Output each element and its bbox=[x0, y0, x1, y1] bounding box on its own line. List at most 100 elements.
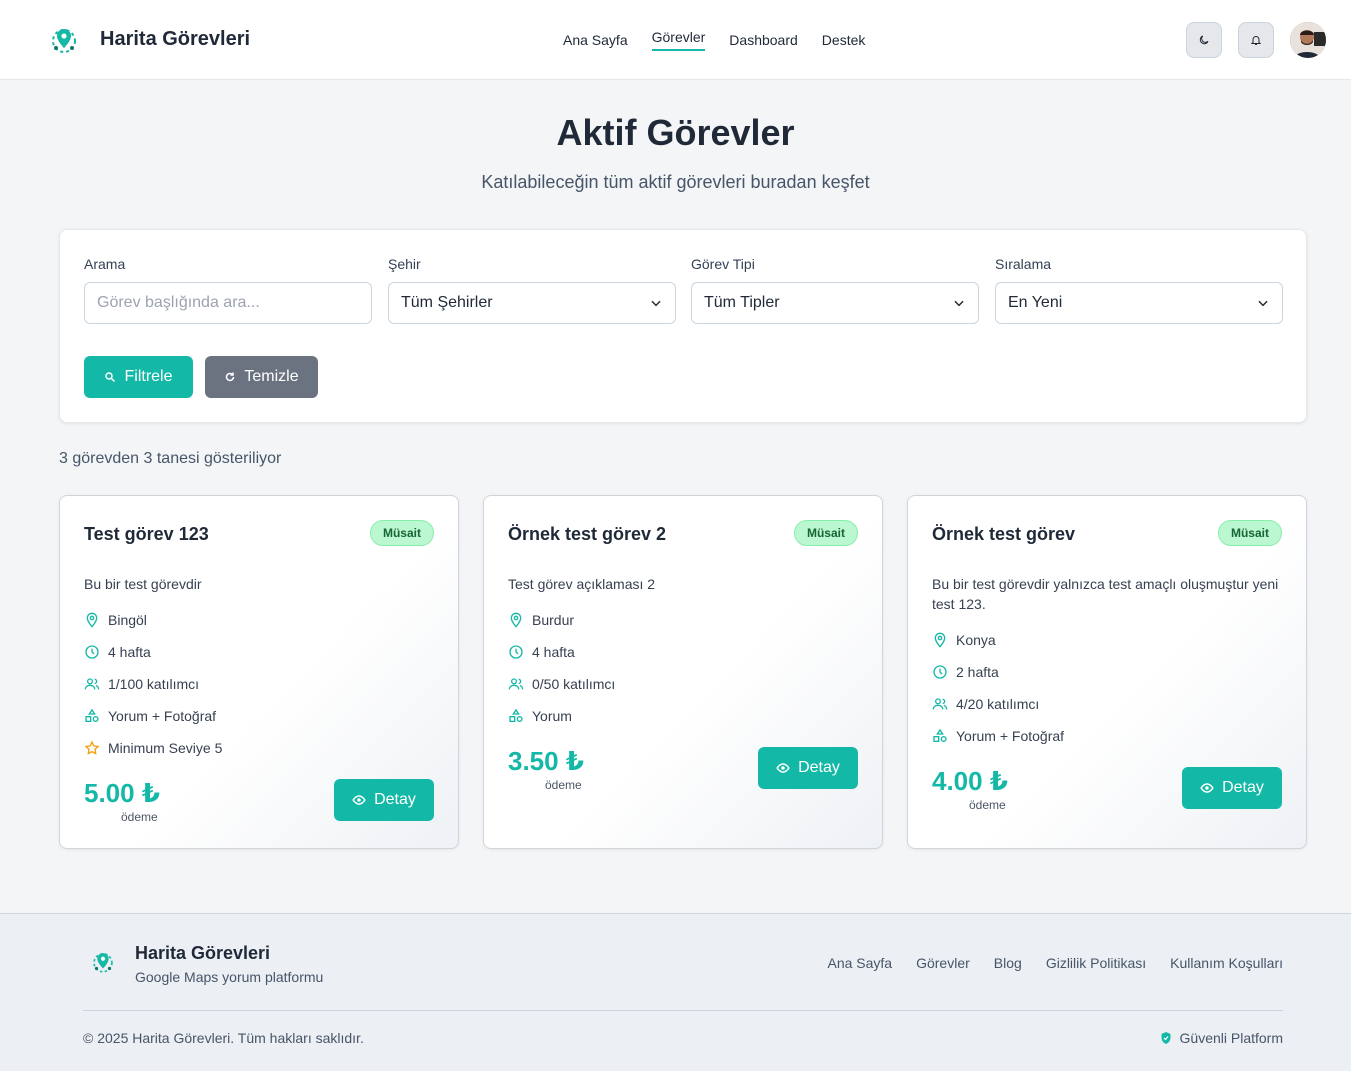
eye-icon bbox=[1200, 783, 1214, 793]
users-icon bbox=[84, 678, 100, 690]
task-level-text: Minimum Seviye 5 bbox=[108, 740, 223, 756]
task-price: 3.50 ₺ bbox=[508, 746, 584, 776]
footer-link-blog[interactable]: Blog bbox=[994, 955, 1022, 971]
task-title[interactable]: Örnek test görev 2 bbox=[508, 524, 666, 545]
footer-link-terms[interactable]: Kullanım Koşulları bbox=[1170, 955, 1283, 971]
results-count: 3 görevden 3 tanesi gösteriliyor bbox=[59, 450, 282, 467]
moon-icon bbox=[1199, 35, 1209, 45]
copyright-text: © 2025 Harita Görevleri. Tüm hakları sak… bbox=[83, 1030, 364, 1046]
shapes-icon bbox=[933, 728, 947, 742]
task-type: Yorum bbox=[508, 706, 572, 726]
top-header: Harita Görevleri Ana Sayfa Görevler Dash… bbox=[0, 0, 1351, 80]
clock-icon bbox=[85, 645, 99, 659]
city-label: Şehir bbox=[388, 256, 421, 272]
theme-toggle-button[interactable] bbox=[1186, 22, 1222, 58]
type-select-value: Tüm Tipler bbox=[704, 294, 780, 311]
footer-divider bbox=[83, 1010, 1283, 1011]
footer-link-home[interactable]: Ana Sayfa bbox=[827, 955, 892, 971]
task-duration: 2 hafta bbox=[932, 662, 999, 682]
footer-brand: Harita Görevleri bbox=[135, 943, 271, 963]
city-select[interactable]: Tüm Şehirler bbox=[388, 282, 676, 324]
search-input[interactable] bbox=[97, 294, 359, 312]
nav-support[interactable]: Destek bbox=[822, 32, 866, 54]
detail-button[interactable]: Detay bbox=[334, 779, 434, 821]
sort-label: Sıralama bbox=[995, 256, 1052, 272]
sort-select[interactable]: En Yeni bbox=[995, 282, 1283, 324]
bell-icon bbox=[1250, 36, 1262, 45]
task-title[interactable]: Örnek test görev bbox=[932, 524, 1075, 545]
chevron-down-icon bbox=[1258, 300, 1268, 307]
users-icon bbox=[932, 698, 948, 710]
search-icon bbox=[105, 372, 116, 383]
task-duration: 4 hafta bbox=[84, 642, 151, 662]
task-type: Yorum + Fotoğraf bbox=[84, 706, 216, 726]
brand-title[interactable]: Harita Görevleri bbox=[100, 28, 250, 51]
filter-button-label: Filtrele bbox=[124, 368, 173, 385]
eye-icon bbox=[352, 795, 366, 805]
task-duration-text: 4 hafta bbox=[532, 644, 575, 660]
site-footer: Harita Görevleri Google Maps yorum platf… bbox=[0, 913, 1351, 1071]
location-pin-icon bbox=[510, 612, 522, 628]
task-type-text: Yorum + Fotoğraf bbox=[956, 728, 1065, 744]
task-duration-text: 2 hafta bbox=[956, 664, 999, 680]
task-city-text: Konya bbox=[956, 632, 996, 648]
task-description: Bu bir test görevdir yalnızca test amaçl… bbox=[932, 576, 1279, 612]
price-label: ödeme bbox=[545, 778, 582, 792]
task-type-text: Yorum + Fotoğraf bbox=[108, 708, 217, 724]
task-price: 4.00 ₺ bbox=[932, 766, 1008, 796]
main-nav: Ana Sayfa Görevler Dashboard Destek bbox=[563, 29, 866, 54]
filter-panel: Arama Şehir Tüm Şehirler Görev Tipi Tüm … bbox=[59, 229, 1307, 423]
detail-button-label: Detay bbox=[1222, 779, 1264, 796]
task-participants: 0/50 katılımcı bbox=[508, 674, 615, 694]
avatar-photo bbox=[1290, 22, 1326, 58]
refresh-icon bbox=[226, 372, 235, 382]
task-city: Bingöl bbox=[84, 610, 147, 630]
clear-button-label: Temizle bbox=[244, 368, 299, 385]
task-card: Örnek test görev Müsait Bu bir test göre… bbox=[907, 495, 1307, 849]
location-pin-icon bbox=[934, 632, 946, 648]
clear-button[interactable]: Temizle bbox=[205, 356, 318, 398]
page-title: Aktif Görevler bbox=[556, 112, 795, 153]
map-pin-logo-icon[interactable] bbox=[48, 24, 80, 56]
task-city: Burdur bbox=[508, 610, 574, 630]
task-card: Örnek test görev 2 Müsait Test görev açı… bbox=[483, 495, 883, 849]
chevron-down-icon bbox=[954, 300, 964, 307]
detail-button[interactable]: Detay bbox=[758, 747, 858, 789]
page-subtitle: Katılabileceğin tüm aktif görevleri bura… bbox=[481, 172, 870, 192]
city-select-value: Tüm Şehirler bbox=[401, 294, 493, 311]
footer-links: Ana Sayfa Görevler Blog Gizlilik Politik… bbox=[827, 955, 1283, 971]
user-avatar[interactable] bbox=[1290, 22, 1326, 58]
users-icon bbox=[508, 678, 524, 690]
task-title[interactable]: Test görev 123 bbox=[84, 524, 209, 545]
chevron-down-icon bbox=[651, 300, 661, 307]
footer-link-tasks[interactable]: Görevler bbox=[916, 955, 970, 971]
task-participants-text: 4/20 katılımcı bbox=[956, 696, 1040, 712]
task-description: Bu bir test görevdir bbox=[84, 576, 202, 592]
status-badge: Müsait bbox=[369, 520, 434, 546]
clock-icon bbox=[933, 665, 947, 679]
sort-select-value: En Yeni bbox=[1008, 294, 1063, 311]
eye-icon bbox=[776, 763, 790, 773]
search-label: Arama bbox=[84, 256, 126, 272]
detail-button-label: Detay bbox=[798, 759, 840, 776]
task-duration: 4 hafta bbox=[508, 642, 575, 662]
task-city-text: Burdur bbox=[532, 612, 575, 628]
detail-button-label: Detay bbox=[374, 791, 416, 808]
footer-link-privacy[interactable]: Gizlilik Politikası bbox=[1046, 955, 1146, 971]
shapes-icon bbox=[509, 708, 523, 722]
search-field[interactable] bbox=[84, 282, 372, 324]
status-badge: Müsait bbox=[793, 520, 858, 546]
secure-platform: Güvenli Platform bbox=[1160, 1030, 1283, 1046]
detail-button[interactable]: Detay bbox=[1182, 767, 1282, 809]
clock-icon bbox=[509, 645, 523, 659]
task-price: 5.00 ₺ bbox=[84, 778, 160, 808]
map-pin-logo-icon bbox=[93, 953, 113, 973]
filter-button[interactable]: Filtrele bbox=[84, 356, 193, 398]
nav-tasks[interactable]: Görevler bbox=[651, 29, 706, 51]
notifications-button[interactable] bbox=[1238, 22, 1274, 58]
nav-home[interactable]: Ana Sayfa bbox=[563, 32, 628, 54]
shapes-icon bbox=[85, 708, 99, 722]
secure-platform-label: Güvenli Platform bbox=[1179, 1030, 1283, 1046]
nav-dashboard[interactable]: Dashboard bbox=[729, 32, 798, 54]
type-select[interactable]: Tüm Tipler bbox=[691, 282, 979, 324]
